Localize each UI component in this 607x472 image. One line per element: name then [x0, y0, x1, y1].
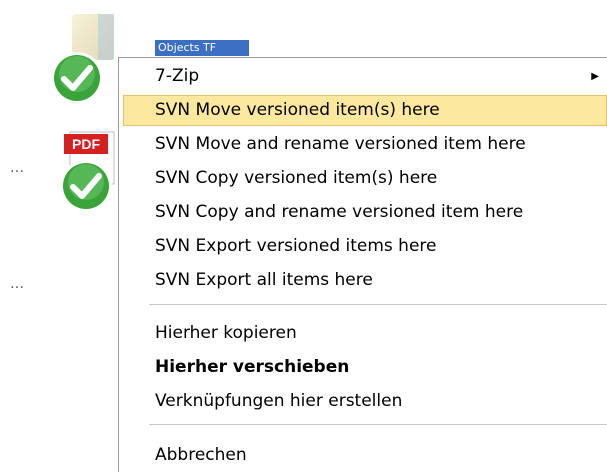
menu-item-svn-move-rename[interactable]: SVN Move and rename versioned item here — [123, 129, 607, 160]
svn-normal-overlay-icon — [58, 158, 114, 214]
context-menu: 7-Zip ▶ SVN Move versioned item(s) here … — [118, 57, 607, 472]
menu-item-label: 7-Zip — [155, 66, 200, 86]
selected-file-label[interactable]: Objects TF — [155, 40, 249, 56]
menu-item-label: SVN Move versioned item(s) here — [155, 100, 440, 120]
menu-item-label: SVN Export versioned items here — [155, 236, 437, 256]
menu-separator — [149, 424, 607, 425]
menu-item-label: SVN Export all items here — [155, 270, 373, 290]
menu-item-label: SVN Copy and rename versioned item here — [155, 202, 524, 222]
menu-separator — [149, 304, 607, 305]
menu-item-svn-export-all[interactable]: SVN Export all items here — [123, 265, 607, 296]
menu-item-create-shortcuts[interactable]: Verknüpfungen hier erstellen — [123, 386, 607, 417]
menu-item-label: Abbrechen — [155, 445, 247, 465]
menu-item-cancel[interactable]: Abbrechen — [123, 440, 607, 471]
pdf-badge-text: PDF — [72, 136, 100, 152]
menu-item-copy-here[interactable]: Hierher kopieren — [123, 318, 607, 349]
menu-item-label: Verknüpfungen hier erstellen — [155, 391, 403, 411]
menu-item-move-here[interactable]: Hierher verschieben — [123, 352, 607, 383]
menu-item-label: Hierher verschieben — [155, 357, 350, 377]
menu-item-7zip[interactable]: 7-Zip ▶ — [123, 61, 607, 92]
menu-item-label: SVN Copy versioned item(s) here — [155, 168, 438, 188]
menu-item-svn-copy-rename[interactable]: SVN Copy and rename versioned item here — [123, 197, 607, 228]
screen: Objects TF PDF … … 7-Zip ▶ SVN Move vers… — [0, 0, 607, 472]
submenu-arrow-icon: ▶ — [591, 71, 599, 82]
menu-item-svn-copy[interactable]: SVN Copy versioned item(s) here — [123, 163, 607, 194]
menu-item-label: Hierher kopieren — [155, 323, 297, 343]
truncated-label: … — [10, 160, 25, 176]
truncated-label: … — [10, 276, 25, 292]
svn-normal-overlay-icon — [49, 50, 105, 106]
menu-item-svn-export-versioned[interactable]: SVN Export versioned items here — [123, 231, 607, 262]
menu-item-label: SVN Move and rename versioned item here — [155, 134, 526, 154]
menu-item-svn-move[interactable]: SVN Move versioned item(s) here — [123, 95, 607, 126]
